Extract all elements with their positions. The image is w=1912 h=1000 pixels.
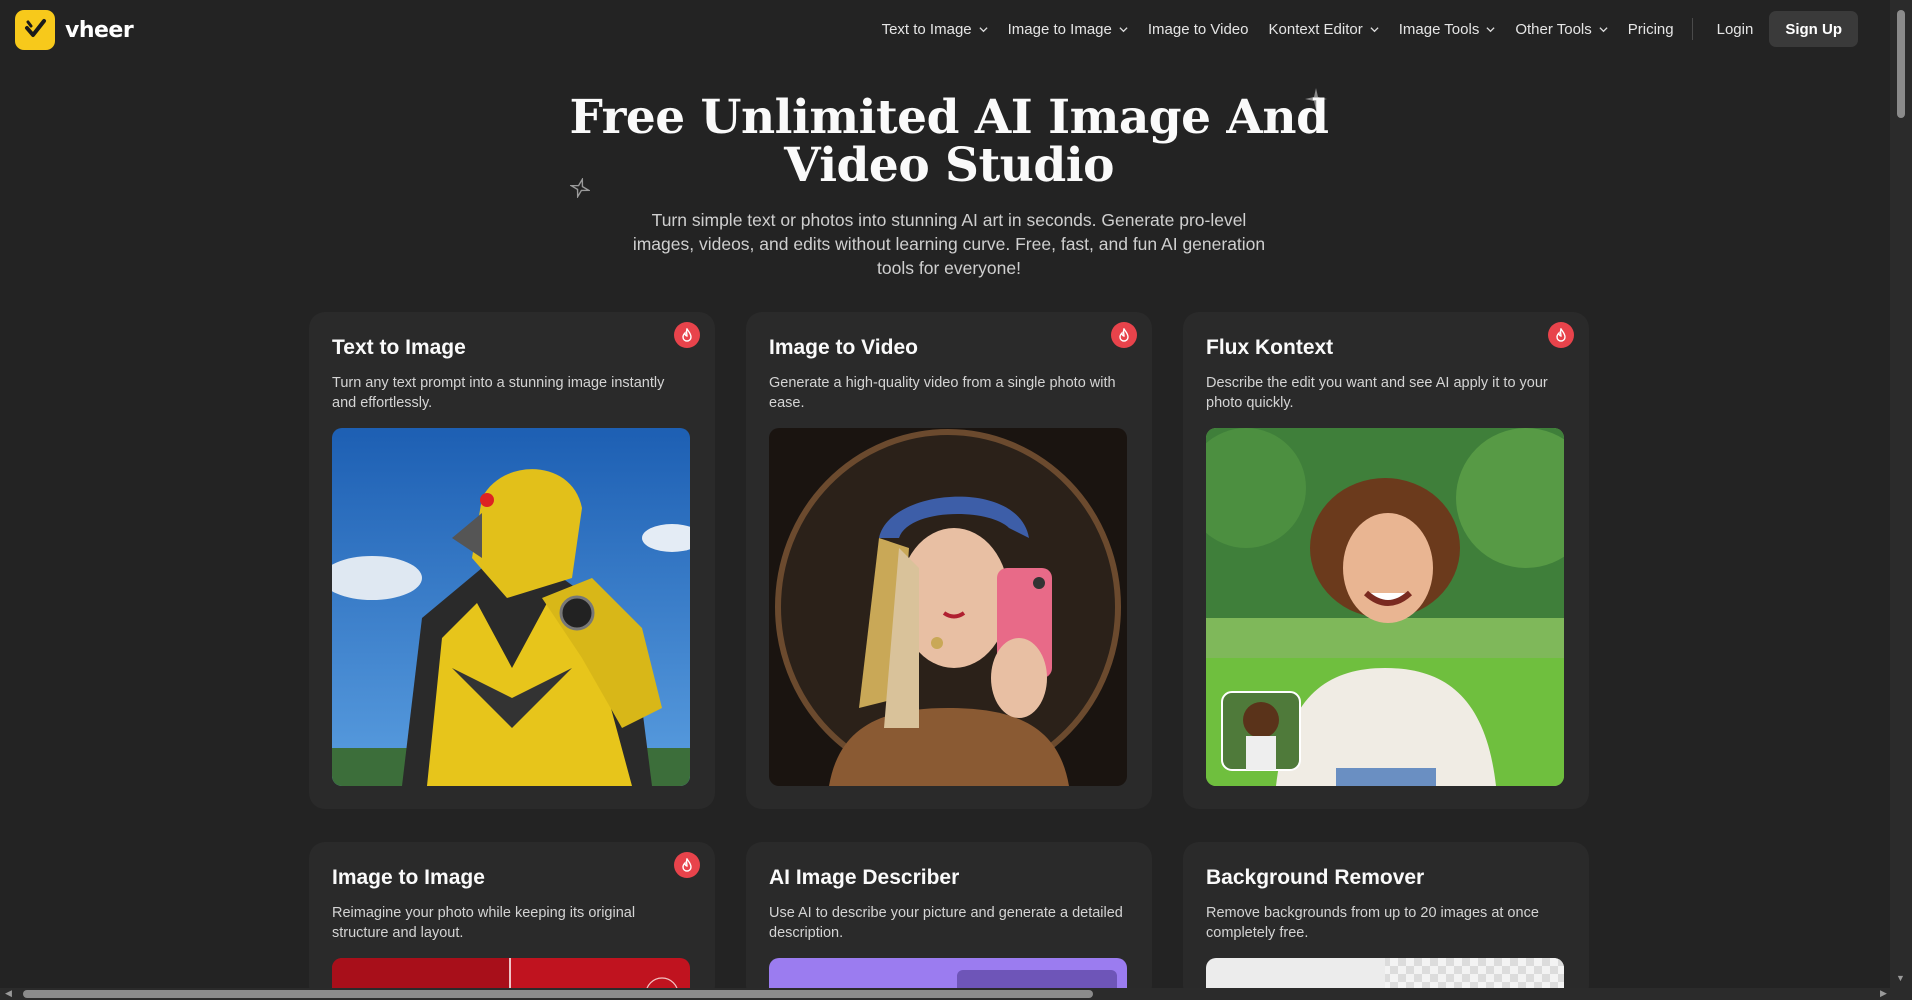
- hot-flame-icon: [674, 322, 700, 348]
- nav-item-image-to-image[interactable]: Image to Image: [998, 11, 1138, 47]
- brand-name: vheer: [65, 17, 134, 43]
- nav-label: Kontext Editor: [1268, 20, 1363, 38]
- card-description: Use AI to describe your picture and gene…: [769, 905, 1123, 941]
- hero-title: Free Unlimited AI Image And Video Studio: [0, 94, 1898, 190]
- brand-logo[interactable]: vheer: [15, 10, 134, 50]
- girl-with-pearl-earring-selfie-image[interactable]: [769, 428, 1127, 786]
- card-title: AI Image Describer: [769, 866, 960, 889]
- tool-card-background-remover[interactable]: Background Remover Remove backgrounds fr…: [1183, 842, 1589, 1000]
- tool-card-image-to-video[interactable]: Image to Video Generate a high-quality v…: [746, 312, 1152, 809]
- card-description: Generate a high-quality video from a sin…: [769, 375, 1116, 411]
- nav-item-kontext-editor[interactable]: Kontext Editor: [1259, 11, 1389, 47]
- chevron-down-icon: [1486, 26, 1495, 32]
- chevron-down-icon: [1119, 26, 1128, 32]
- tool-card-image-to-image[interactable]: Image to Image Reimagine your photo whil…: [309, 842, 715, 1000]
- nav-label: Image Tools: [1398, 20, 1480, 38]
- card-description: Remove backgrounds from up to 20 images …: [1206, 905, 1539, 941]
- hot-flame-icon: [1548, 322, 1574, 348]
- horizontal-scroll-thumb[interactable]: [23, 990, 1093, 998]
- top-nav: vheer Text to Image Image to Image Image…: [0, 0, 1890, 58]
- card-description: Reimagine your photo while keeping its o…: [332, 905, 636, 941]
- nav-item-image-tools[interactable]: Image Tools: [1389, 11, 1506, 47]
- card-title: Image to Image: [332, 866, 485, 889]
- card-title: Image to Video: [769, 336, 918, 359]
- scroll-down-arrow-icon[interactable]: ▼: [1896, 973, 1905, 983]
- scroll-right-arrow-icon[interactable]: ▶: [1880, 988, 1887, 999]
- signup-button[interactable]: Sign Up: [1769, 11, 1858, 47]
- chevron-down-icon: [1370, 26, 1379, 32]
- nav-label: Image to Video: [1147, 20, 1249, 38]
- hero-subtitle: Turn simple text or photos into stunning…: [632, 210, 1266, 278]
- scroll-left-arrow-icon[interactable]: ◀: [5, 988, 12, 999]
- card-title: Flux Kontext: [1206, 336, 1334, 359]
- robotic-eagle-image[interactable]: [332, 428, 690, 786]
- nav-item-image-to-video[interactable]: Image to Video: [1138, 11, 1259, 47]
- nav-label: Pricing: [1627, 20, 1674, 38]
- nav-item-other-tools[interactable]: Other Tools: [1505, 11, 1617, 47]
- hot-flame-icon: [1111, 322, 1137, 348]
- nav-label: Image to Image: [1007, 20, 1112, 38]
- card-description: Turn any text prompt into a stunning ima…: [332, 375, 665, 411]
- hero-title-line-1: Free Unlimited AI Image And: [569, 90, 1329, 145]
- nav-divider: [1691, 18, 1693, 40]
- tool-card-flux-kontext[interactable]: Flux Kontext Describe the edit you want …: [1183, 312, 1589, 809]
- tool-card-ai-image-describer[interactable]: AI Image Describer Use AI to describe yo…: [746, 842, 1152, 1000]
- chevron-down-icon: [1599, 26, 1608, 32]
- anime-man-in-park-image[interactable]: [1206, 428, 1564, 786]
- logo-check-icon: [15, 10, 55, 50]
- hero-title-line-2: Video Studio: [784, 138, 1114, 193]
- nav-label: Text to Image: [881, 20, 972, 38]
- hot-flame-icon: [674, 852, 700, 878]
- nav-menu: Text to Image Image to Image Image to Vi…: [872, 11, 1858, 47]
- login-button[interactable]: Login: [1705, 21, 1766, 38]
- vertical-scrollbar[interactable]: ▼: [1890, 0, 1912, 988]
- card-description: Describe the edit you want and see AI ap…: [1206, 375, 1548, 411]
- horizontal-scrollbar[interactable]: ◀ ▶: [0, 988, 1912, 1000]
- tool-card-text-to-image[interactable]: Text to Image Turn any text prompt into …: [309, 312, 715, 809]
- card-title: Text to Image: [332, 336, 466, 359]
- nav-item-pricing[interactable]: Pricing: [1618, 11, 1684, 47]
- card-title: Background Remover: [1206, 866, 1425, 889]
- vertical-scroll-thumb[interactable]: [1897, 10, 1905, 118]
- nav-label: Other Tools: [1515, 20, 1592, 38]
- nav-item-text-to-image[interactable]: Text to Image: [872, 11, 998, 47]
- chevron-down-icon: [979, 26, 988, 32]
